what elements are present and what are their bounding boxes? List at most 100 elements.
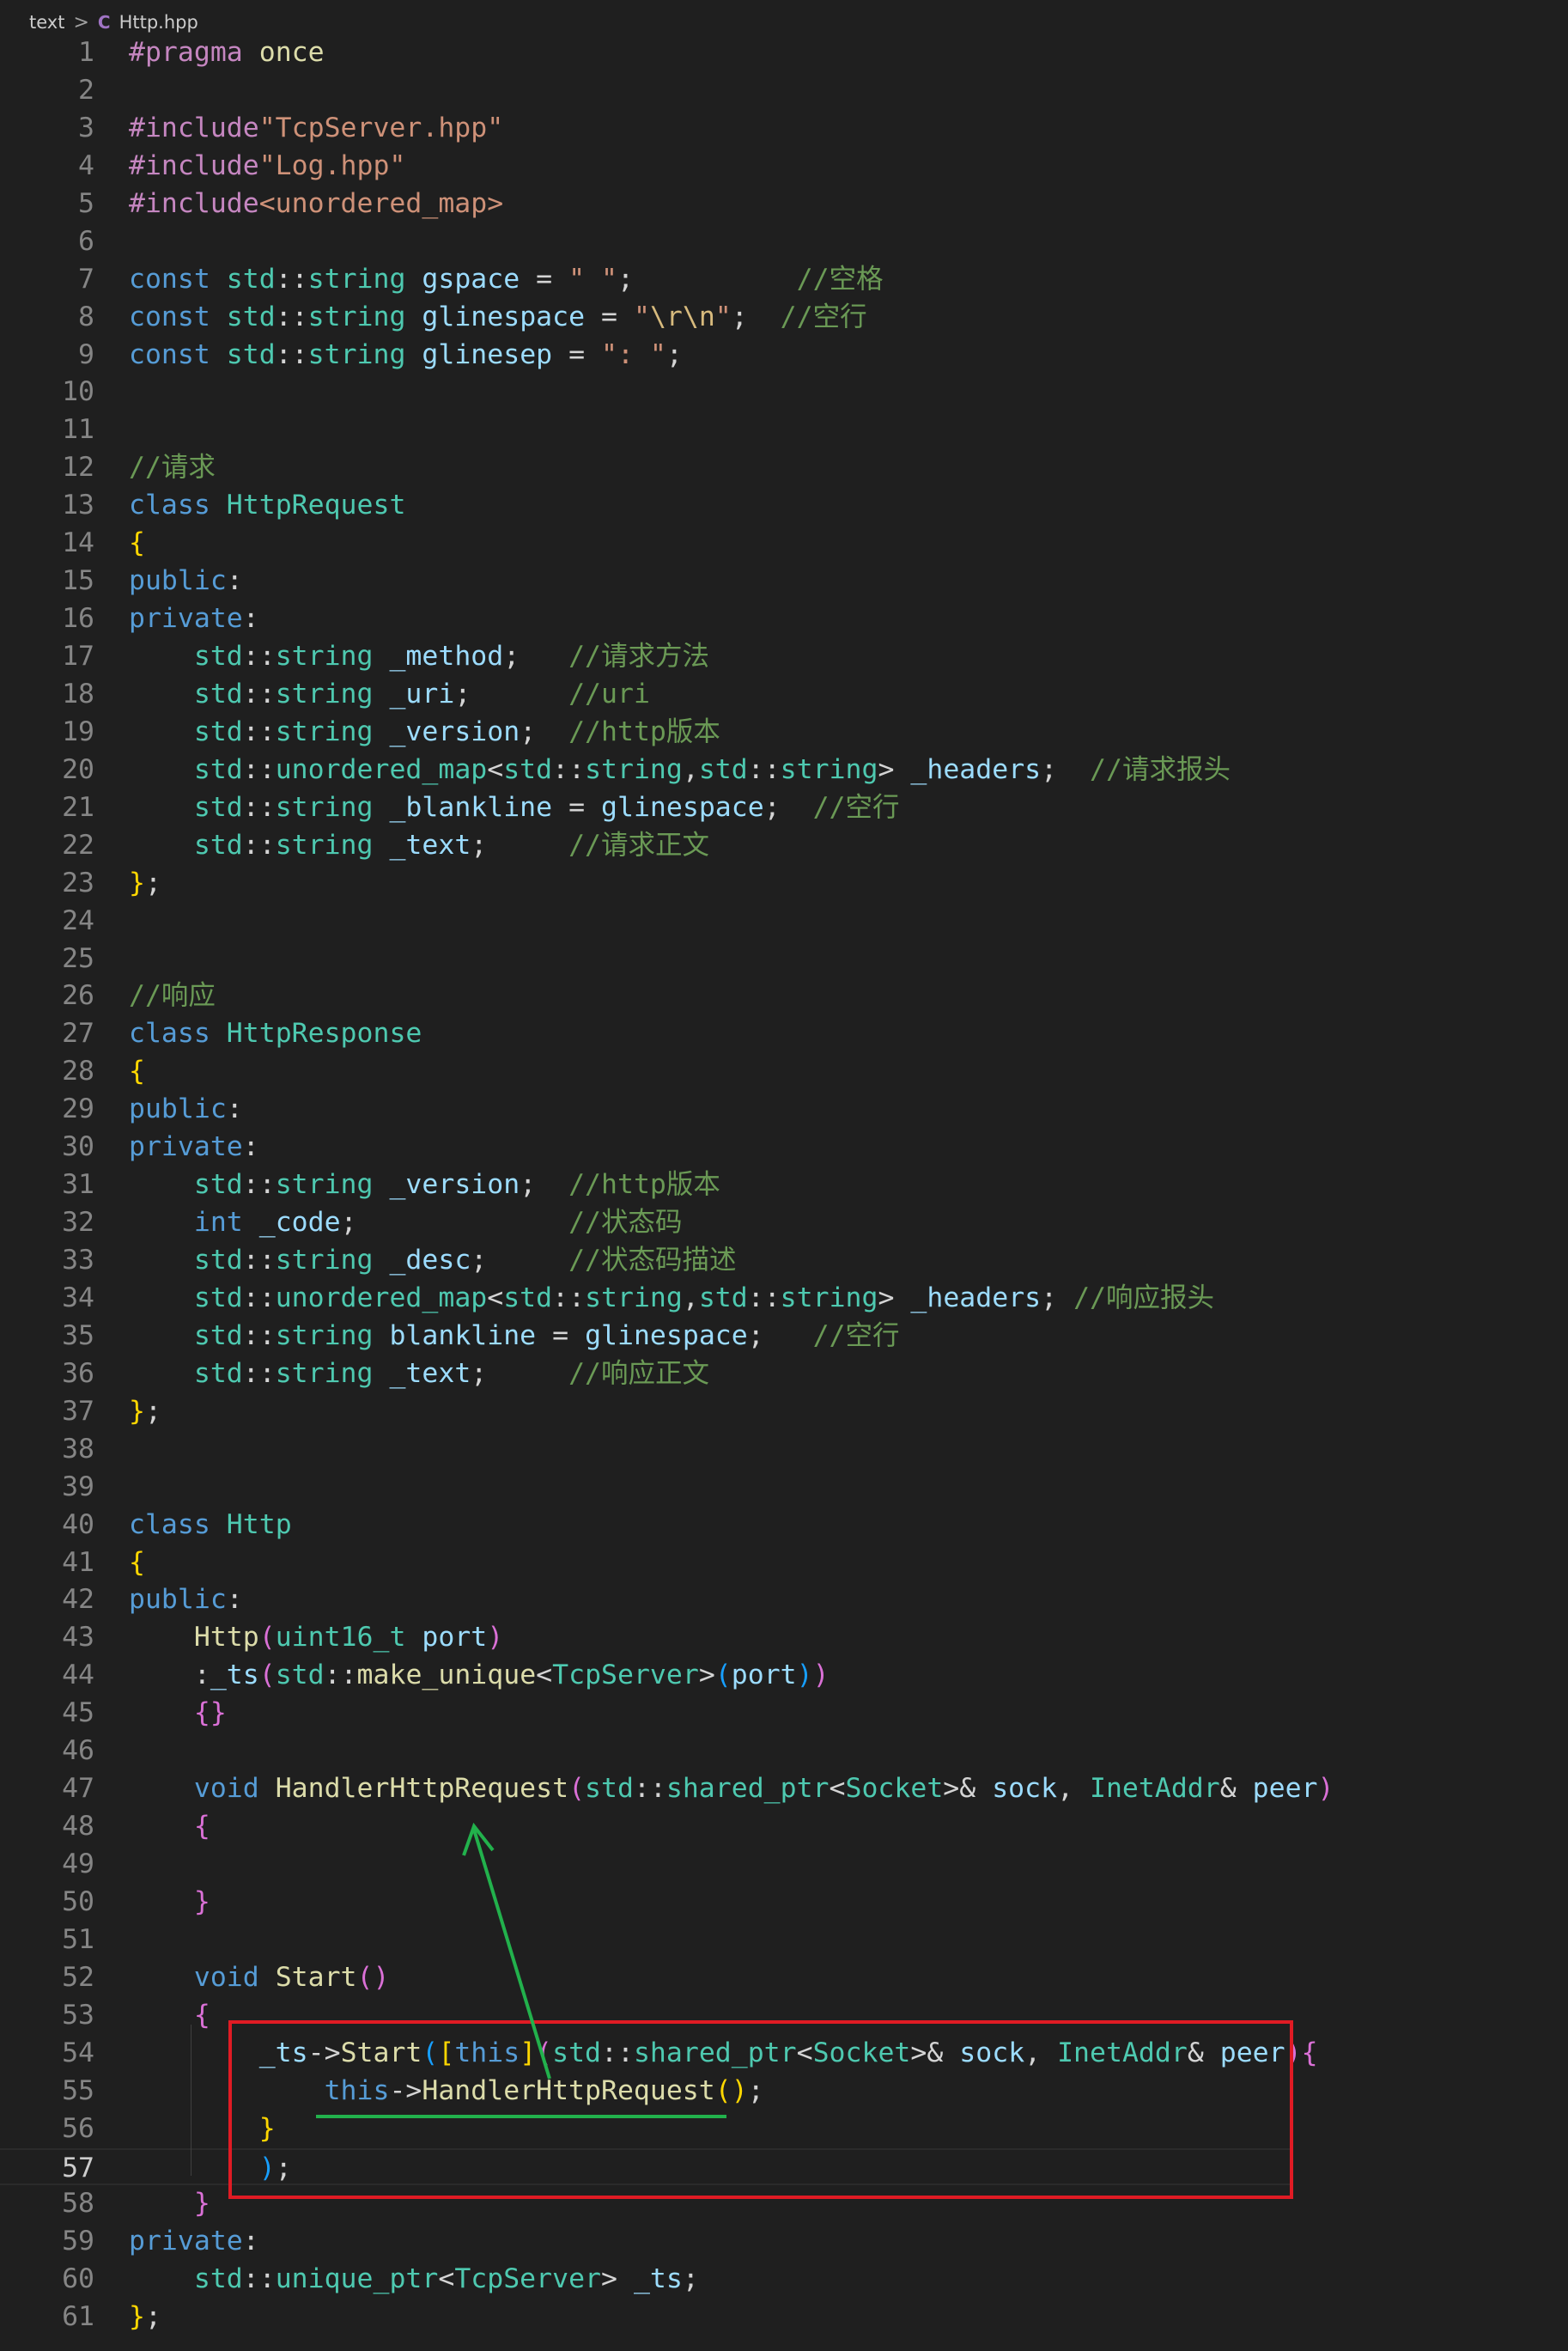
- code-line[interactable]: 24: [0, 903, 1292, 941]
- code-token: =: [552, 791, 602, 823]
- code-line[interactable]: 52 void Start(): [0, 1959, 1292, 1997]
- code-line[interactable]: 23};: [0, 865, 1292, 903]
- code-line[interactable]: 21 std::string _blankline = glinespace; …: [0, 789, 1292, 827]
- code-token: "Log.hpp": [258, 149, 406, 181]
- code-line[interactable]: 59 private:: [0, 2223, 1292, 2261]
- line-text: std::unordered_map<std::string,std::stri…: [129, 1280, 1214, 1318]
- code-line[interactable]: 34 std::unordered_map<std::string,std::s…: [0, 1280, 1292, 1318]
- code-line[interactable]: 44 :_ts(std::make_unique<TcpServer>(port…: [0, 1657, 1292, 1695]
- code-token: std: [193, 753, 243, 785]
- code-line[interactable]: 45 {}: [0, 1695, 1292, 1733]
- code-token: >: [698, 1660, 715, 1691]
- line-number: 58: [62, 2188, 94, 2220]
- line-text: #pragma once: [129, 34, 325, 72]
- code-token: std: [193, 1169, 243, 1201]
- code-line[interactable]: 25: [0, 941, 1292, 978]
- code-line[interactable]: 8 const std::string glinespace = "\r\n"; …: [0, 299, 1292, 337]
- line-number: 19: [62, 716, 94, 747]
- code-line[interactable]: 40 class Http: [0, 1507, 1292, 1544]
- code-line[interactable]: 31 std::string _version; //http版本: [0, 1166, 1292, 1204]
- code-line[interactable]: 15 public:: [0, 563, 1292, 600]
- code-token: shared_ptr: [665, 1773, 830, 1805]
- line-text: int _code; //状态码: [129, 1204, 683, 1242]
- line-number: 17: [62, 641, 94, 672]
- code-line[interactable]: 48 {: [0, 1808, 1292, 1846]
- code-line[interactable]: 27 class HttpResponse: [0, 1015, 1292, 1053]
- code-line[interactable]: 38: [0, 1431, 1292, 1469]
- code-line[interactable]: 36 std::string _text; //响应正文: [0, 1355, 1292, 1393]
- code-token: //响应正文: [568, 1357, 710, 1389]
- code-editor[interactable]: text > C Http.hpp 1 #pragma once 2 3 #includ…: [0, 0, 1568, 2351]
- code-token: " ": [568, 263, 618, 295]
- code-line[interactable]: 13 class HttpRequest: [0, 487, 1292, 525]
- code-line[interactable]: 26 //响应: [0, 978, 1292, 1015]
- code-token: private: [129, 1131, 243, 1163]
- code-line[interactable]: 32 int _code; //状态码: [0, 1204, 1292, 1242]
- code-token: //空行: [812, 791, 900, 823]
- code-line[interactable]: 4 #include"Log.hpp": [0, 148, 1292, 186]
- breadcrumb-folder[interactable]: text: [29, 12, 64, 33]
- code-token: string: [275, 1245, 374, 1276]
- code-token: //空格: [796, 263, 884, 295]
- code-token: (: [568, 1773, 586, 1805]
- code-line[interactable]: 35 std::string blankline = glinespace; /…: [0, 1318, 1292, 1355]
- line-text: private:: [129, 1129, 259, 1166]
- code-line[interactable]: 50 }: [0, 1884, 1292, 1922]
- line-text: #include"Log.hpp": [129, 148, 405, 186]
- code-line[interactable]: 16 private:: [0, 600, 1292, 638]
- code-line[interactable]: 22 std::string _text; //请求正文: [0, 827, 1292, 865]
- code-line[interactable]: 11: [0, 411, 1292, 449]
- line-text: {: [129, 1808, 210, 1846]
- code-line[interactable]: 43 Http(uint16_t port): [0, 1619, 1292, 1657]
- code-line[interactable]: 51: [0, 1922, 1292, 1959]
- line-text: {: [129, 1997, 210, 2035]
- code-token: peer: [1252, 1773, 1318, 1805]
- code-token: ::: [242, 1245, 276, 1276]
- code-line[interactable]: 20 std::unordered_map<std::string,std::s…: [0, 752, 1292, 789]
- code-line[interactable]: 14 {: [0, 525, 1292, 563]
- code-token: ): [796, 1660, 813, 1691]
- code-area[interactable]: 1 #pragma once 2 3 #include"TcpServer.hpp" 4 #…: [0, 34, 1334, 2336]
- code-line[interactable]: 2: [0, 72, 1292, 110]
- code-line[interactable]: 9 const std::string glinesep = ": ";: [0, 337, 1292, 375]
- code-token: ;: [747, 1319, 813, 1351]
- code-line[interactable]: 3 #include"TcpServer.hpp": [0, 110, 1292, 148]
- code-line[interactable]: 1 #pragma once: [0, 34, 1292, 72]
- line-text: }: [129, 2185, 210, 2223]
- code-line[interactable]: 61};: [0, 2299, 1292, 2336]
- code-token: HttpRequest: [226, 490, 406, 521]
- code-token: ;: [144, 1395, 161, 1427]
- code-line[interactable]: 49: [0, 1846, 1292, 1884]
- code-line[interactable]: 10: [0, 374, 1292, 411]
- code-token: ::: [242, 753, 276, 785]
- code-token: <: [829, 1773, 846, 1805]
- code-line[interactable]: 46: [0, 1733, 1292, 1770]
- code-line[interactable]: 33 std::string _desc; //状态码描述: [0, 1242, 1292, 1280]
- line-text: std::string _method; //请求方法: [129, 638, 709, 676]
- line-number: 25: [62, 942, 94, 974]
- code-line[interactable]: 29 public:: [0, 1091, 1292, 1129]
- breadcrumb-file[interactable]: Http.hpp: [119, 12, 198, 33]
- code-token: void: [193, 1961, 259, 1993]
- line-number: 54: [62, 2037, 94, 2068]
- code-line[interactable]: 41 {: [0, 1544, 1292, 1582]
- line-text: :_ts(std::make_unique<TcpServer>(port)): [129, 1657, 830, 1695]
- line-number: 28: [62, 1056, 94, 1087]
- code-line[interactable]: 6: [0, 223, 1292, 261]
- code-line[interactable]: 19 std::string _version; //http版本: [0, 714, 1292, 752]
- code-token: >&: [943, 1773, 993, 1805]
- code-line[interactable]: 42 public:: [0, 1581, 1292, 1619]
- code-line[interactable]: 18 std::string _uri; //uri: [0, 676, 1292, 714]
- code-line[interactable]: 17 std::string _method; //请求方法: [0, 638, 1292, 676]
- code-token: \r\n: [649, 301, 715, 332]
- code-line[interactable]: 5 #include<unordered_map>: [0, 186, 1292, 223]
- code-line[interactable]: 28 {: [0, 1053, 1292, 1091]
- code-line[interactable]: 37};: [0, 1393, 1292, 1431]
- code-line[interactable]: 39: [0, 1469, 1292, 1507]
- code-line[interactable]: 47 void HandlerHttpRequest(std::shared_p…: [0, 1770, 1334, 1808]
- code-line[interactable]: 30 private:: [0, 1129, 1292, 1166]
- code-line[interactable]: 60 std::unique_ptr<TcpServer> _ts;: [0, 2261, 1292, 2299]
- code-line[interactable]: 12 //请求: [0, 449, 1292, 487]
- code-line[interactable]: 7 const std::string gspace = " "; //空格: [0, 261, 1292, 299]
